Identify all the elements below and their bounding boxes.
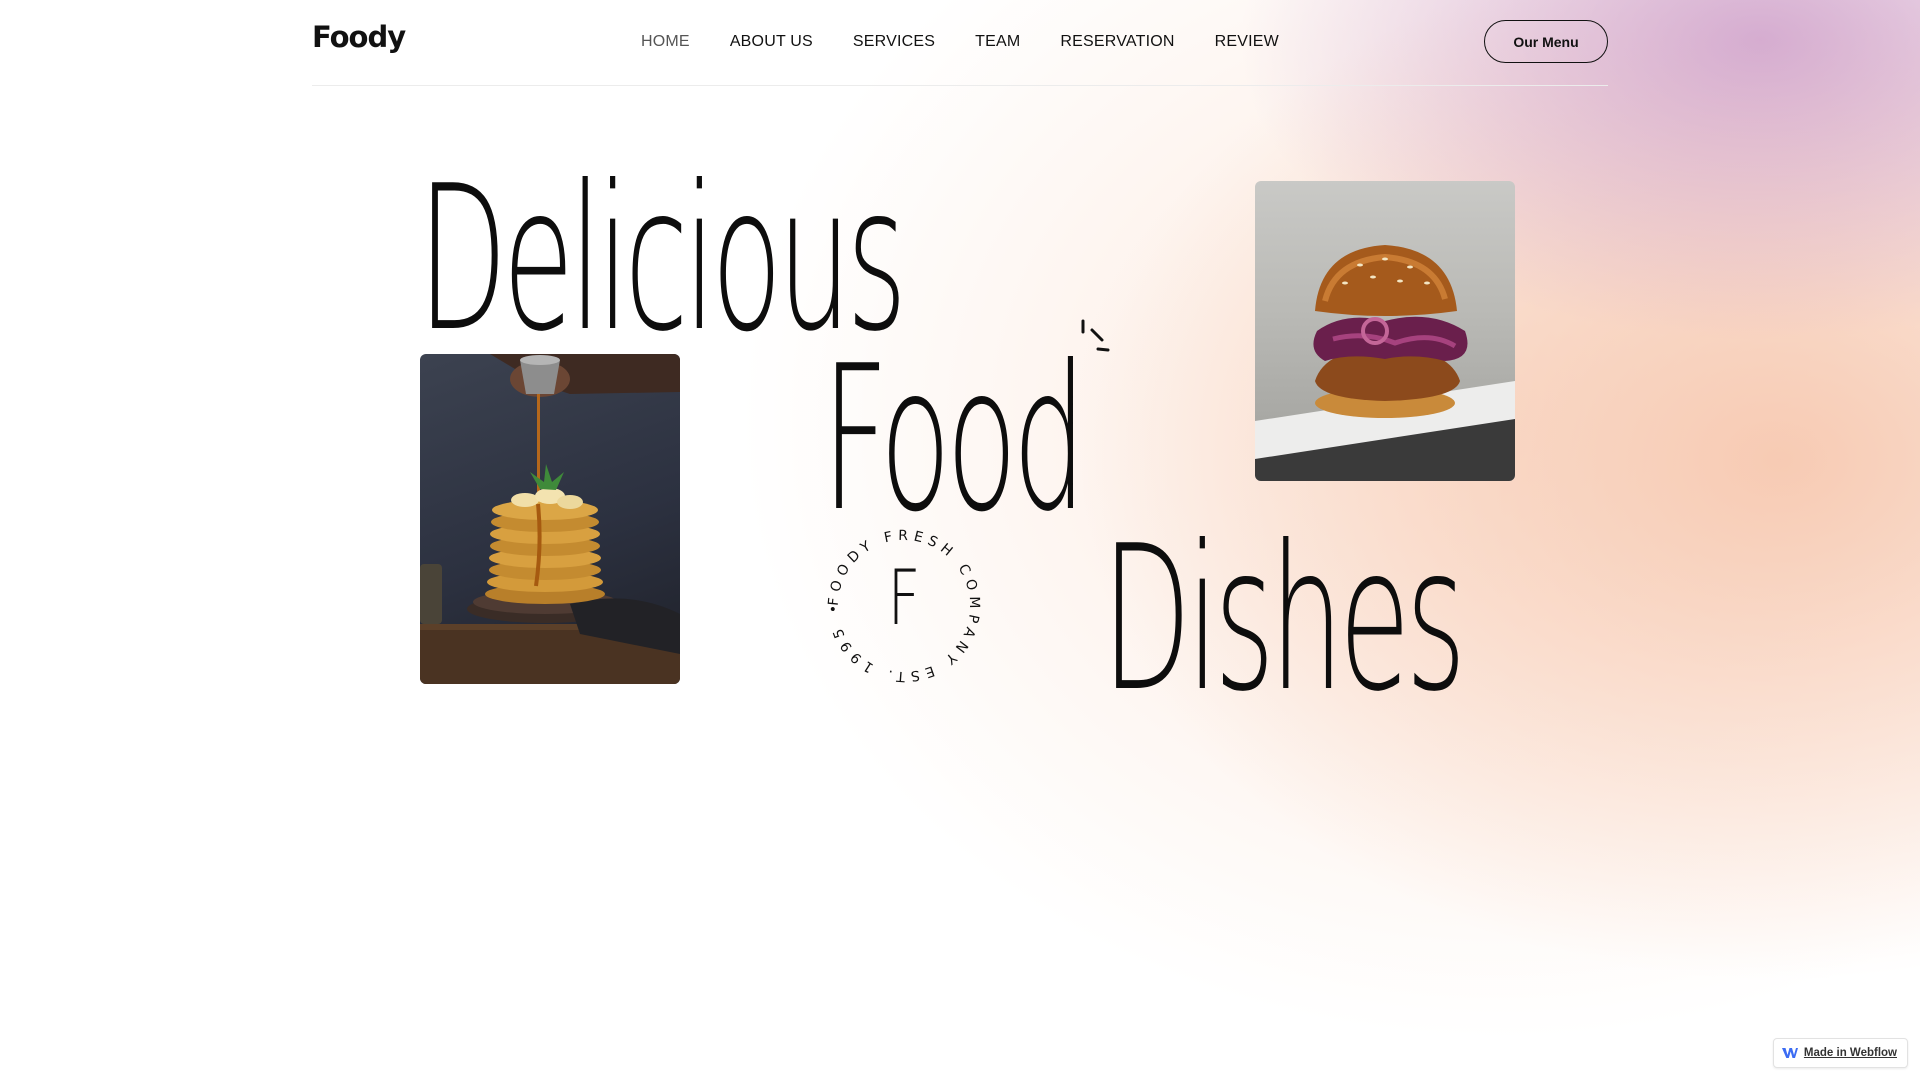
- our-menu-button[interactable]: Our Menu: [1484, 20, 1608, 63]
- badge-letter: F: [887, 553, 921, 642]
- logo[interactable]: Foody: [312, 20, 406, 54]
- nav-link-team[interactable]: TEAM: [975, 33, 1020, 51]
- nav-link-review[interactable]: REVIEW: [1215, 33, 1279, 51]
- webflow-badge-label: Made in Webflow: [1803, 1047, 1897, 1059]
- webflow-icon: [1781, 1048, 1798, 1058]
- top-nav: Foody HOME ABOUT US SERVICES TEAM RESERV…: [312, 0, 1608, 86]
- nav-link-about-us[interactable]: ABOUT US: [730, 33, 813, 51]
- nav-link-reservation[interactable]: RESERVATION: [1060, 33, 1174, 51]
- burger-illustration: [1255, 245, 1515, 481]
- main-menu: HOME ABOUT US SERVICES TEAM RESERVATION …: [641, 33, 1279, 51]
- nav-link-home[interactable]: HOME: [641, 33, 690, 51]
- sparkle-icon: [1081, 319, 1110, 352]
- pancake-illustration: [420, 354, 680, 684]
- burger-photo: [1255, 181, 1515, 481]
- hero-word-food: Food: [822, 323, 1086, 556]
- nav-link-services[interactable]: SERVICES: [853, 33, 935, 51]
- hero-word-dishes: Dishes: [1102, 503, 1466, 736]
- pancake-photo: [420, 354, 680, 684]
- made-in-webflow-badge[interactable]: Made in Webflow: [1772, 1038, 1908, 1068]
- foody-est-badge: FOODY FRESH COMPANY EST. 1995 • F: [826, 528, 982, 684]
